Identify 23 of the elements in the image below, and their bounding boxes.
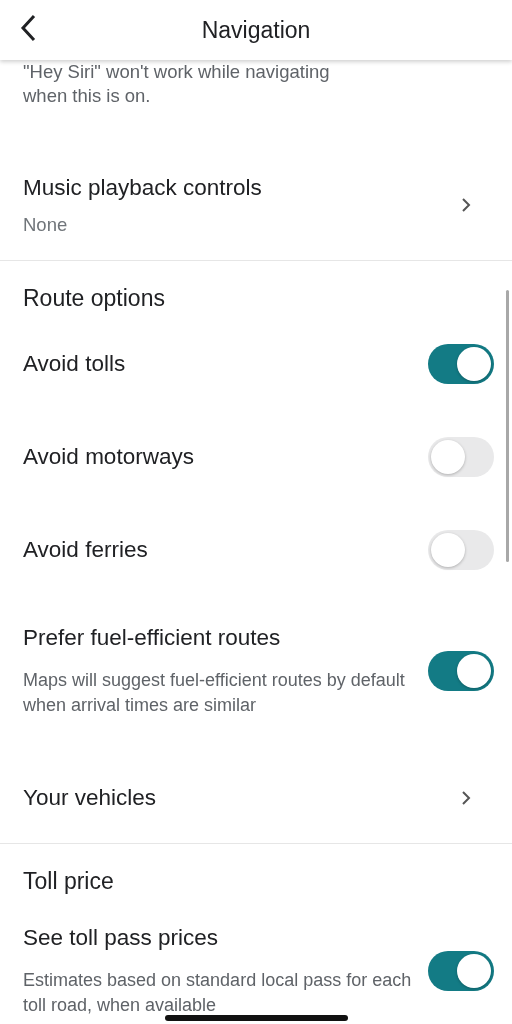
settings-link[interactable]: Music playback controls None bbox=[0, 150, 512, 260]
setting-value: None bbox=[23, 214, 69, 236]
setting-description: Maps will suggest fuel-efficient routes by default when arrival times are similar bbox=[23, 669, 406, 717]
setting-label: Prefer fuel-efficient routes bbox=[23, 624, 282, 652]
chevron-right-icon bbox=[460, 196, 472, 214]
settings-link[interactable]: Your vehicles bbox=[0, 753, 512, 843]
setting-label: Avoid ferries bbox=[23, 535, 149, 564]
section-heading: Toll price bbox=[22, 867, 115, 896]
setting-label: Avoid tolls bbox=[23, 349, 127, 378]
toggle-switch[interactable] bbox=[428, 436, 494, 477]
setting-label: Avoid motorways bbox=[23, 442, 195, 471]
toggle-switch[interactable] bbox=[428, 650, 494, 691]
setting-label: Music playback controls bbox=[23, 174, 263, 202]
page-title: Navigation bbox=[201, 16, 311, 44]
setting-label: See toll pass prices bbox=[23, 924, 220, 952]
toggle-switch[interactable] bbox=[428, 529, 494, 570]
toggle-switch[interactable] bbox=[428, 343, 494, 384]
setting-description: "Hey Siri" won't work while navigating when this is on. bbox=[22, 60, 331, 108]
section-heading: Route options bbox=[22, 284, 166, 313]
setting-description: Estimates based on standard local pass for each toll road, when available bbox=[23, 969, 413, 1017]
toggle-switch[interactable] bbox=[428, 950, 494, 991]
setting-label: Your vehicles bbox=[23, 784, 157, 812]
chevron-right-icon bbox=[460, 789, 472, 807]
